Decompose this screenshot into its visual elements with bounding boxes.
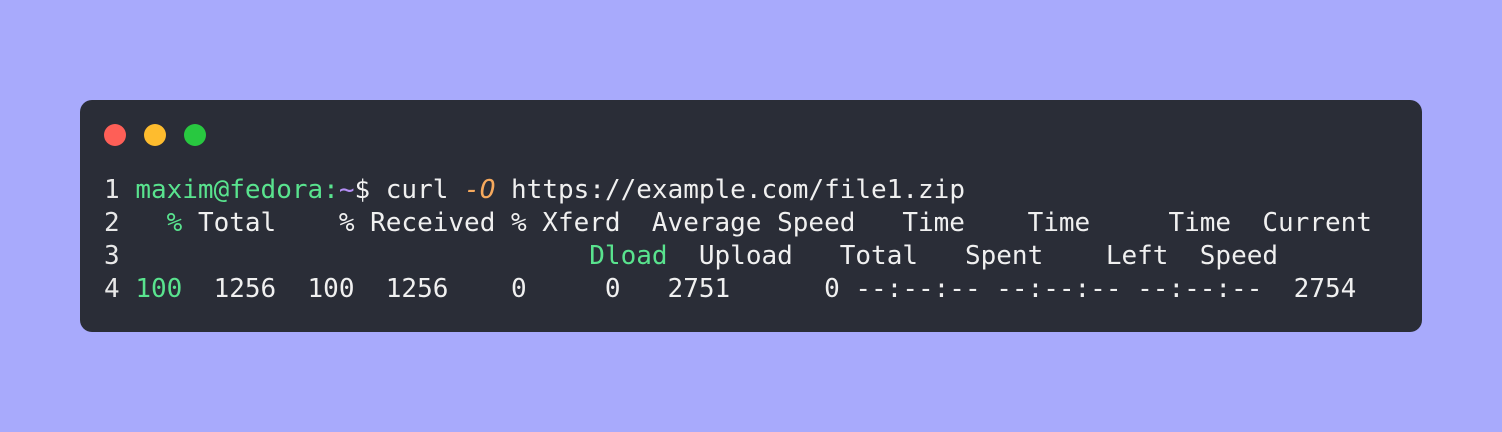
line-number: 4 [104,274,120,304]
command-url: https://example.com/file1.zip [511,175,965,205]
close-button[interactable] [104,124,126,146]
prompt-path: ~ [338,175,355,205]
percent-header: % [166,208,183,238]
terminal-window: 1 maxim@fedora:~$ curl -O https://exampl… [80,100,1422,332]
line-number: 1 [104,175,120,205]
percent-value: 100 [135,274,183,304]
dload-header: Dload [589,241,668,271]
terminal-line-4: 4 100 1256 100 1256 0 0 2751 0 --:--:-- … [104,273,1372,306]
command: curl [385,175,449,205]
terminal-output[interactable]: 1 maxim@fedora:~$ curl -O https://exampl… [104,174,1372,306]
command-flag: -O [464,175,496,205]
line-number: 2 [104,208,120,238]
terminal-line-1: 1 maxim@fedora:~$ curl -O https://exampl… [104,174,1372,207]
progress-subheader: Upload Total Spent Left Speed [698,241,1279,271]
maximize-button[interactable] [184,124,206,146]
terminal-line-3: 3 Dload Upload Total Spent Left Speed [104,240,1372,273]
terminal-line-2: 2 % Total % Received % Xferd Average Spe… [104,207,1372,240]
progress-values: 1256 100 1256 0 0 2751 0 --:--:-- --:--:… [213,274,1357,304]
minimize-button[interactable] [144,124,166,146]
prompt-user: maxim@fedora: [135,175,339,205]
progress-header: Total % Received % Xferd Average Speed T… [197,208,1372,238]
prompt-symbol: $ [354,175,371,205]
line-number: 3 [104,241,120,271]
